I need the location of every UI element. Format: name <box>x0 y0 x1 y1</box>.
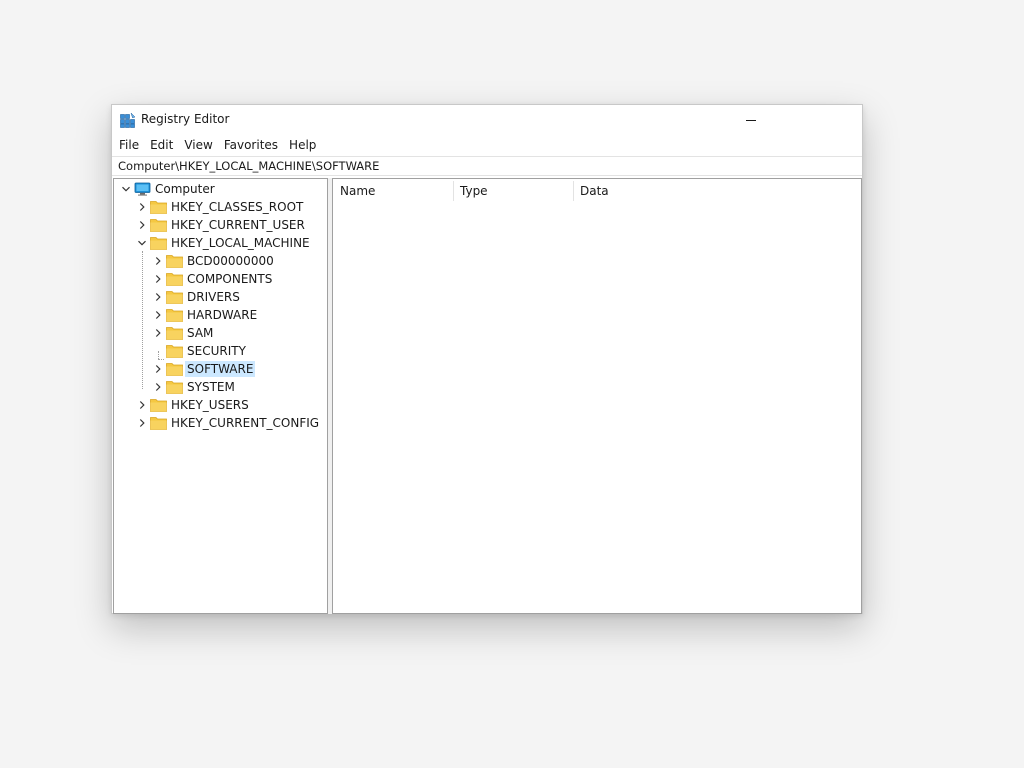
folder-icon <box>166 290 183 304</box>
tree-node-security[interactable]: SECURITY <box>114 342 326 360</box>
tree-label-software: SOFTWARE <box>185 361 256 377</box>
menu-bar: File Edit View Favorites Help <box>112 135 322 155</box>
tree-label-hkey-current-user: HKEY_CURRENT_USER <box>171 218 305 232</box>
folder-icon <box>150 218 167 232</box>
chevron-right-icon[interactable] <box>152 291 164 303</box>
folder-open-icon <box>166 362 183 376</box>
folder-icon <box>166 272 183 286</box>
chevron-right-icon[interactable] <box>136 201 148 213</box>
chevron-down-icon[interactable] <box>120 183 132 195</box>
tree-node-components[interactable]: COMPONENTS <box>114 270 326 288</box>
chevron-right-icon[interactable] <box>152 273 164 285</box>
list-header: Name Type Data <box>333 179 861 203</box>
folder-icon <box>166 344 183 358</box>
folder-icon <box>150 416 167 430</box>
menu-file[interactable]: File <box>114 136 145 154</box>
tree-node-hkey-current-user[interactable]: HKEY_CURRENT_USER <box>114 216 326 234</box>
folder-icon <box>166 254 183 268</box>
address-bar <box>112 156 862 176</box>
folder-icon <box>150 236 167 250</box>
mouse-cursor-icon <box>458 763 464 768</box>
tree-label-computer: Computer <box>155 182 215 196</box>
tree-label-security: SECURITY <box>187 344 246 358</box>
menu-view[interactable]: View <box>179 136 218 154</box>
tree-node-computer[interactable]: Computer <box>114 180 326 198</box>
chevron-right-icon[interactable] <box>152 327 164 339</box>
menu-favorites[interactable]: Favorites <box>219 136 284 154</box>
desktop: Registry Editor File Edit View Favorites… <box>0 0 1024 768</box>
menu-edit[interactable]: Edit <box>145 136 179 154</box>
chevron-down-icon[interactable] <box>136 237 148 249</box>
tree-node-hardware[interactable]: HARDWARE <box>114 306 326 324</box>
chevron-right-icon[interactable] <box>152 309 164 321</box>
chevron-right-icon[interactable] <box>136 219 148 231</box>
values-list-pane[interactable]: Name Type Data <box>332 178 862 614</box>
folder-icon <box>150 200 167 214</box>
registry-editor-window: Registry Editor File Edit View Favorites… <box>111 104 863 614</box>
tree-node-hkey-users[interactable]: HKEY_USERS <box>114 396 326 414</box>
address-input[interactable] <box>112 157 862 175</box>
minimize-button[interactable] <box>728 105 774 135</box>
tree-label-hkey-users: HKEY_USERS <box>171 398 249 412</box>
tree-label-system: SYSTEM <box>187 380 235 394</box>
tree-node-sam[interactable]: SAM <box>114 324 326 342</box>
tree-node-software[interactable]: SOFTWARE <box>114 360 326 378</box>
tree-node-drivers[interactable]: DRIVERS <box>114 288 326 306</box>
menu-help[interactable]: Help <box>284 136 322 154</box>
tree-label-bcd00000000: BCD00000000 <box>187 254 274 268</box>
folder-icon <box>166 380 183 394</box>
chevron-right-icon[interactable] <box>136 399 148 411</box>
tree-label-hkey-current-config: HKEY_CURRENT_CONFIG <box>171 416 320 430</box>
registry-editor-icon <box>120 112 136 128</box>
tree-label-sam: SAM <box>187 326 214 340</box>
tree-label-hkey-local-machine: HKEY_LOCAL_MACHINE <box>171 236 310 250</box>
tree-node-bcd00000000[interactable]: BCD00000000 <box>114 252 326 270</box>
folder-icon <box>150 398 167 412</box>
chevron-right-icon[interactable] <box>136 417 148 429</box>
title-bar[interactable]: Registry Editor <box>112 105 862 135</box>
tree-label-hkey-classes-root: HKEY_CLASSES_ROOT <box>171 200 304 214</box>
column-header-name[interactable]: Name <box>333 179 453 203</box>
tree-pane[interactable]: Computer HKEY_CLASSES_ROOT HKEY_CURRENT_… <box>113 178 328 614</box>
window-title: Registry Editor <box>141 112 230 126</box>
column-header-type[interactable]: Type <box>453 179 573 203</box>
tree-node-hkey-current-config[interactable]: HKEY_CURRENT_CONFIG <box>114 414 326 432</box>
folder-icon <box>166 308 183 322</box>
tree-label-drivers: DRIVERS <box>187 290 240 304</box>
chevron-right-icon[interactable] <box>152 255 164 267</box>
tree-node-hkey-local-machine[interactable]: HKEY_LOCAL_MACHINE <box>114 234 326 252</box>
tree-node-system[interactable]: SYSTEM <box>114 378 326 396</box>
tree-node-hkey-classes-root[interactable]: HKEY_CLASSES_ROOT <box>114 198 326 216</box>
chevron-right-icon[interactable] <box>152 381 164 393</box>
computer-icon <box>134 182 151 196</box>
chevron-right-icon[interactable] <box>152 363 164 375</box>
minimize-icon <box>746 119 756 121</box>
tree-label-components: COMPONENTS <box>187 272 273 286</box>
folder-icon <box>166 326 183 340</box>
tree-label-hardware: HARDWARE <box>187 308 258 322</box>
column-header-data[interactable]: Data <box>573 179 861 203</box>
